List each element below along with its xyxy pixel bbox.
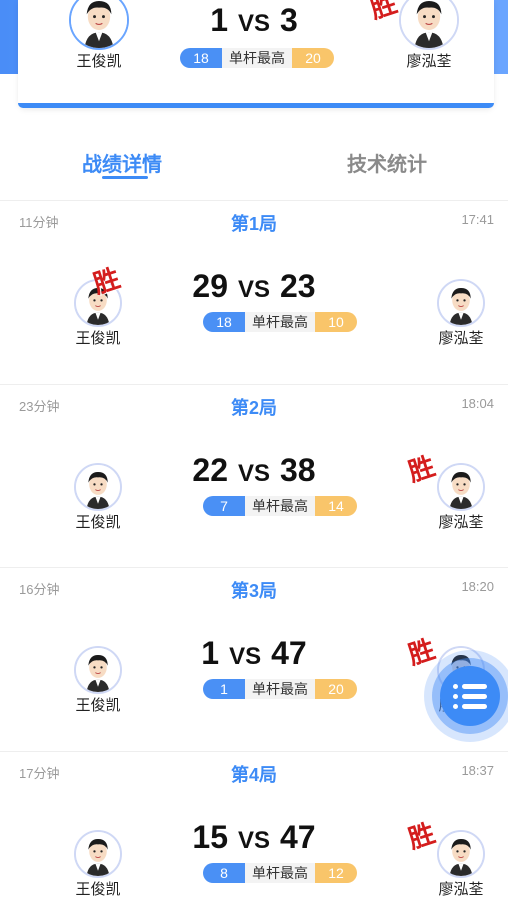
game-time: 18:37 — [461, 763, 494, 778]
game-title: 第4局 — [230, 765, 277, 785]
tab-label: 技术统计 — [347, 154, 427, 176]
left-high-break: 18 — [180, 48, 222, 68]
game-score: 1 VS 47 — [0, 635, 508, 672]
tab-technical-stats[interactable]: 技术统计 — [347, 148, 427, 177]
tab-record-details[interactable]: 战绩详情 — [82, 148, 162, 179]
game-high-break: 8 单杆最高 12 — [203, 863, 357, 883]
game-high-break: 1 单杆最高 20 — [203, 679, 357, 699]
right-high-break: 10 — [315, 312, 357, 332]
game-title: 第2局 — [230, 398, 277, 418]
game-card[interactable]: 11分钟 第1局 17:41 王俊凯 廖泓荃胜 29 VS 23 18 单杆最高 10 — [0, 201, 508, 385]
left-score: 15 — [192, 819, 228, 855]
right-score: 47 — [280, 819, 316, 855]
right-score: 23 — [280, 268, 316, 304]
left-player-name: 王俊凯 — [75, 697, 121, 714]
summary-score: 1 VS 3 — [0, 2, 508, 39]
vs-label: VS — [237, 460, 270, 487]
game-time: 18:20 — [461, 579, 494, 594]
game-score: 29 VS 23 — [0, 268, 508, 305]
tab-active-underline — [102, 176, 148, 179]
high-break-label: 单杆最高 — [245, 679, 315, 699]
vs-label: VS — [237, 276, 270, 303]
game-card[interactable]: 16分钟第3局18:20王俊凯廖泓荃胜1VS471单杆最高20 — [0, 568, 508, 752]
game-time: 18:04 — [461, 396, 494, 411]
game-high-break: 7 单杆最高 14 — [203, 496, 357, 516]
game-title: 第3局 — [230, 581, 277, 601]
game-card[interactable]: 23分钟 第2局 18:04 王俊凯 廖泓荃胜 22 VS 38 7 单杆最高 14 — [0, 385, 508, 569]
left-player-name: 王俊凯 — [75, 881, 121, 898]
right-score: 3 — [280, 2, 298, 38]
game-title: 第1局 — [230, 214, 277, 234]
high-break-label: 单杆最高 — [245, 312, 315, 332]
left-high-break: 18 — [203, 312, 245, 332]
summary-high-break: 18 单杆最高 20 — [180, 48, 334, 68]
vs-label: VS — [229, 643, 262, 670]
left-score: 29 — [192, 268, 228, 304]
right-score: 47 — [271, 635, 307, 671]
high-break-label: 单杆最高 — [245, 863, 315, 883]
left-player-name: 王俊凯 — [75, 330, 121, 347]
list-icon — [453, 684, 487, 710]
vs-label: VS — [237, 10, 270, 37]
left-high-break: 8 — [203, 863, 245, 883]
game-card[interactable]: 17分钟 第4局 18:37 王俊凯 廖泓荃胜 15 VS 47 8 单杆最高 12 — [0, 752, 508, 923]
game-score: 22 VS 38 — [0, 452, 508, 489]
left-score: 1 — [201, 635, 220, 671]
high-break-label: 单杆最高 — [245, 496, 315, 516]
high-break-label: 单杆最高 — [222, 48, 292, 68]
left-player-name: 王俊凯 — [76, 53, 122, 70]
game-score: 15 VS 47 — [0, 819, 508, 856]
menu-fab-button[interactable] — [424, 650, 508, 742]
right-player-name: 廖泓荃 — [406, 53, 452, 70]
left-high-break: 7 — [203, 496, 245, 516]
right-player-name: 廖泓荃 — [438, 330, 484, 347]
right-player-name: 廖泓荃 — [438, 881, 484, 898]
vs-label: VS — [237, 827, 270, 854]
left-score: 1 — [210, 2, 228, 38]
right-high-break: 20 — [315, 679, 357, 699]
game-time: 17:41 — [461, 212, 494, 227]
right-high-break: 12 — [315, 863, 357, 883]
left-score: 22 — [192, 452, 228, 488]
tab-label: 战绩详情 — [82, 154, 162, 176]
game-high-break: 18 单杆最高 10 — [203, 312, 357, 332]
right-player-name: 廖泓荃 — [438, 514, 484, 531]
right-high-break: 14 — [315, 496, 357, 516]
right-score: 38 — [280, 452, 316, 488]
left-player-name: 王俊凯 — [75, 514, 121, 531]
right-high-break: 20 — [292, 48, 334, 68]
left-high-break: 1 — [203, 679, 245, 699]
